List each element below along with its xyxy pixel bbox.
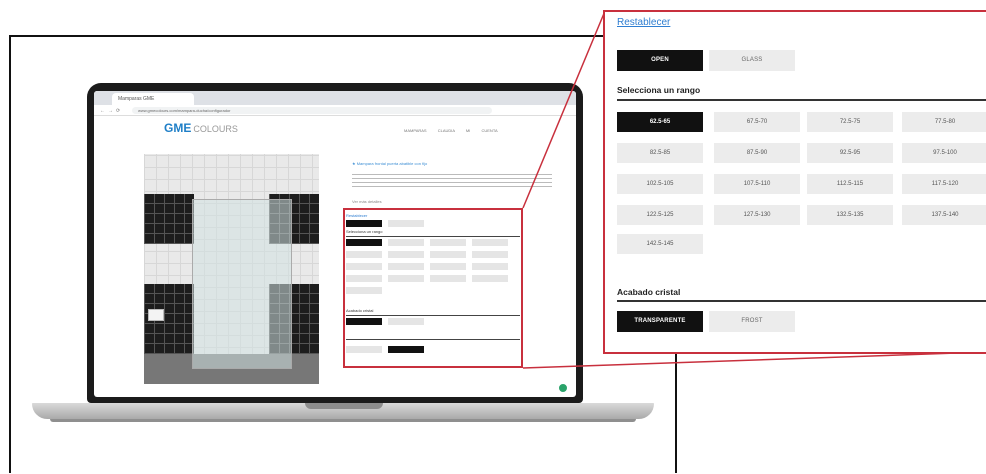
reset-link[interactable]: Restablecer xyxy=(617,17,670,28)
range-option[interactable]: 97.5-100 xyxy=(902,143,986,163)
range-option[interactable]: 122.5-125 xyxy=(617,205,703,225)
range-option[interactable]: 72.5-75 xyxy=(807,112,893,132)
finish-frost-button[interactable]: FROST xyxy=(709,311,795,332)
range-option[interactable]: 87.5-90 xyxy=(714,143,800,163)
range-title: Selecciona un rango xyxy=(617,85,701,95)
range-option[interactable]: 112.5-115 xyxy=(807,174,893,194)
range-option[interactable]: 102.5-105 xyxy=(617,174,703,194)
range-option[interactable]: 77.5-80 xyxy=(902,112,986,132)
range-option[interactable]: 137.5-140 xyxy=(902,205,986,225)
finish-transparent-button[interactable]: TRANSPARENTE xyxy=(617,311,703,332)
range-option[interactable]: 67.5-70 xyxy=(714,112,800,132)
range-option[interactable]: 107.5-110 xyxy=(714,174,800,194)
range-option[interactable]: 142.5-145 xyxy=(617,234,703,254)
zoom-panel: Restablecer OPEN GLASS Selecciona un ran… xyxy=(603,10,986,354)
promo-illustration: Mamparas GME ←→⟳ www.gmecolours.com/mamp… xyxy=(0,0,986,474)
range-option[interactable]: 117.5-120 xyxy=(902,174,986,194)
type-open-button[interactable]: OPEN xyxy=(617,50,703,71)
range-rule xyxy=(617,99,986,101)
range-option[interactable]: 92.5-95 xyxy=(807,143,893,163)
range-option[interactable]: 82.5-85 xyxy=(617,143,703,163)
finish-rule xyxy=(617,300,986,302)
finish-title: Acabado cristal xyxy=(617,287,681,297)
range-option[interactable]: 62.5-65 xyxy=(617,112,703,132)
range-option[interactable]: 132.5-135 xyxy=(807,205,893,225)
type-glass-button[interactable]: GLASS xyxy=(709,50,795,71)
range-option[interactable]: 127.5-130 xyxy=(714,205,800,225)
